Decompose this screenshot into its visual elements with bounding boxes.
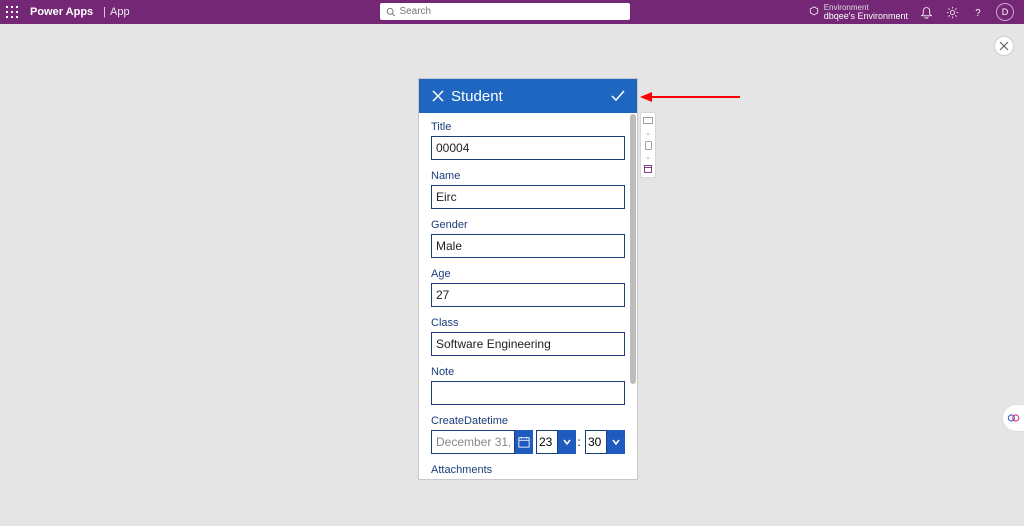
time-separator: :	[576, 435, 582, 449]
field-name: Name	[431, 170, 625, 209]
gear-icon	[946, 6, 959, 19]
calendar-icon	[518, 436, 530, 448]
search-input[interactable]	[399, 6, 624, 17]
field-class: Class	[431, 317, 625, 356]
field-title: Title	[431, 121, 625, 160]
help-button[interactable]: ?	[970, 4, 986, 20]
input-name[interactable]	[431, 185, 625, 209]
form-cancel-button[interactable]	[429, 88, 447, 104]
chevron-down-icon[interactable]: ⌄	[642, 152, 654, 162]
device-desktop-icon[interactable]	[642, 116, 654, 126]
app-launcher-icon[interactable]	[0, 6, 24, 18]
close-icon	[430, 88, 446, 104]
input-note[interactable]	[431, 381, 625, 405]
field-label-createdatetime: CreateDatetime	[431, 415, 625, 427]
minute-dropdown[interactable]	[607, 430, 625, 454]
search-container	[380, 3, 630, 20]
device-preview-strip: ⌄ ⌄	[640, 112, 656, 178]
hour-dropdown[interactable]	[558, 430, 576, 454]
environment-icon	[808, 6, 820, 18]
scroll-thumb[interactable]	[630, 114, 636, 384]
field-label-attachments: Attachments	[431, 464, 625, 476]
search-box[interactable]	[380, 3, 630, 20]
close-preview-button[interactable]	[994, 36, 1014, 56]
input-age[interactable]	[431, 283, 625, 307]
minute-value[interactable]: 30	[585, 430, 607, 454]
form-header: Student	[419, 79, 637, 113]
device-tablet-icon[interactable]	[642, 140, 654, 150]
chevron-down-icon	[562, 437, 572, 447]
svg-text:?: ?	[975, 7, 981, 18]
field-label-gender: Gender	[431, 219, 625, 231]
form-body: Title Name Gender Age Class Note	[419, 113, 637, 479]
field-label-age: Age	[431, 268, 625, 280]
form-scrollbar[interactable]	[630, 114, 636, 478]
device-phone-icon[interactable]	[642, 164, 654, 174]
student-form-panel: Student Title Name Gender Age	[418, 78, 638, 480]
copilot-button[interactable]	[1002, 404, 1024, 432]
copilot-icon	[1007, 411, 1021, 425]
search-icon	[386, 7, 395, 17]
chevron-down-icon[interactable]: ⌄	[642, 128, 654, 138]
input-title[interactable]	[431, 136, 625, 160]
hour-value[interactable]: 23	[536, 430, 558, 454]
bell-icon	[920, 6, 933, 19]
date-picker[interactable]	[431, 430, 533, 454]
settings-button[interactable]	[944, 4, 960, 20]
header-right: Environment dbqee's Environment ? D	[808, 3, 1024, 21]
input-class[interactable]	[431, 332, 625, 356]
check-icon	[609, 87, 627, 105]
close-icon	[999, 41, 1009, 51]
field-createdatetime: CreateDatetime 23 :	[431, 415, 625, 454]
field-note: Note	[431, 366, 625, 405]
app-name-label[interactable]: App	[110, 6, 130, 18]
input-date[interactable]	[431, 430, 515, 454]
chevron-down-icon	[611, 437, 621, 447]
calendar-button[interactable]	[515, 430, 533, 454]
form-title: Student	[451, 88, 609, 105]
field-label-name: Name	[431, 170, 625, 182]
help-icon: ?	[972, 6, 985, 19]
field-age: Age	[431, 268, 625, 307]
field-label-class: Class	[431, 317, 625, 329]
form-submit-button[interactable]	[609, 87, 627, 105]
avatar-initial: D	[1002, 7, 1009, 17]
user-avatar[interactable]: D	[996, 3, 1014, 21]
annotation-arrow	[640, 90, 740, 104]
environment-picker[interactable]: Environment dbqee's Environment	[808, 4, 908, 21]
field-attachments: Attachments	[431, 464, 625, 476]
field-label-note: Note	[431, 366, 625, 378]
global-header: Power Apps | App Environment dbqee's Env…	[0, 0, 1024, 24]
field-gender: Gender	[431, 219, 625, 258]
input-gender[interactable]	[431, 234, 625, 258]
field-label-title: Title	[431, 121, 625, 133]
breadcrumb-separator: |	[99, 6, 110, 18]
app-canvas: Student Title Name Gender Age	[0, 24, 1024, 526]
environment-name: dbqee's Environment	[824, 12, 908, 21]
environment-caption: Environment	[824, 4, 908, 12]
brand-label[interactable]: Power Apps	[24, 6, 99, 18]
notifications-button[interactable]	[918, 4, 934, 20]
